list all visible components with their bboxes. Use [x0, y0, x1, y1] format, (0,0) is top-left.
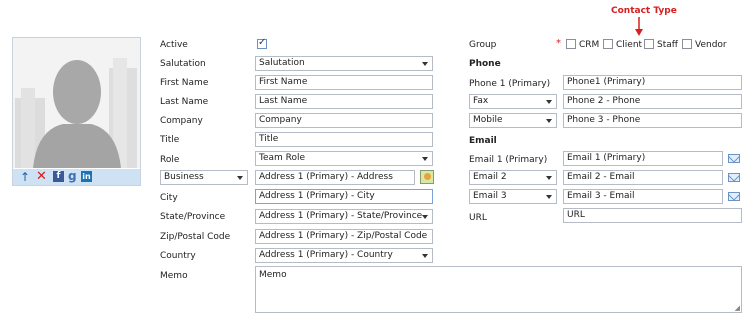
photo-panel: ↑ ✕ f g in	[12, 37, 141, 186]
company-field[interactable]: Company	[255, 113, 433, 128]
title-label: Title	[160, 135, 180, 145]
phone-header: Phone	[469, 59, 501, 69]
phone1-label: Phone 1 (Primary)	[469, 79, 551, 89]
salutation-value: Salutation	[259, 58, 305, 68]
send-email-icon[interactable]	[728, 154, 740, 163]
last-name-label: Last Name	[160, 97, 209, 107]
chevron-down-icon	[422, 62, 428, 66]
state-value: Address 1 (Primary) - State/Province	[259, 211, 423, 221]
group-label: Group	[469, 40, 497, 50]
phone3-field[interactable]: Phone 3 - Phone	[563, 113, 742, 128]
crm-checkbox[interactable]	[566, 39, 576, 49]
email3-type-value: Email 3	[473, 191, 507, 201]
last-name-field[interactable]: Last Name	[255, 94, 433, 109]
company-label: Company	[160, 116, 203, 126]
memo-label: Memo	[160, 271, 188, 281]
vendor-label: Vendor	[695, 40, 727, 50]
role-label: Role	[160, 155, 180, 165]
required-mark: *	[556, 38, 561, 49]
chevron-down-icon	[546, 195, 552, 199]
country-select[interactable]: Address 1 (Primary) - Country	[255, 248, 433, 263]
send-email-icon[interactable]	[728, 173, 740, 182]
email1-field[interactable]: Email 1 (Primary)	[563, 151, 723, 166]
chevron-down-icon	[422, 254, 428, 258]
active-checkbox[interactable]: ✓	[257, 37, 267, 49]
first-name-field[interactable]: First Name	[255, 75, 433, 90]
staff-label: Staff	[657, 40, 678, 50]
salutation-label: Salutation	[160, 59, 206, 69]
zip-label: Zip/Postal Code	[160, 232, 231, 242]
phone3-type-value: Mobile	[473, 115, 503, 125]
city-label: City	[160, 193, 178, 203]
phone2-type-select[interactable]: Fax	[469, 94, 557, 109]
upload-icon[interactable]: ↑	[20, 170, 30, 184]
country-label: Country	[160, 251, 196, 261]
address-field[interactable]: Address 1 (Primary) - Address	[255, 170, 415, 185]
state-label: State/Province	[160, 212, 226, 222]
chevron-down-icon	[546, 100, 552, 104]
phone3-type-select[interactable]: Mobile	[469, 113, 557, 128]
url-label: URL	[469, 213, 487, 223]
map-icon[interactable]	[420, 170, 434, 184]
phone2-field[interactable]: Phone 2 - Phone	[563, 94, 742, 109]
chevron-down-icon	[546, 119, 552, 123]
active-label: Active	[160, 40, 188, 50]
country-value: Address 1 (Primary) - Country	[259, 250, 393, 260]
client-checkbox[interactable]	[603, 39, 613, 49]
photo-toolbar: ↑ ✕ f g in	[13, 169, 140, 185]
memo-textarea[interactable]: Memo ◢	[255, 266, 742, 313]
facebook-icon[interactable]: f	[53, 171, 64, 182]
url-field[interactable]: URL	[563, 208, 742, 223]
email2-field[interactable]: Email 2 - Email	[563, 170, 723, 185]
email1-label: Email 1 (Primary)	[469, 155, 548, 165]
crm-label: CRM	[579, 40, 600, 50]
state-select[interactable]: Address 1 (Primary) - State/Province	[255, 209, 433, 224]
contact-type-annotation: Contact Type	[611, 6, 677, 16]
city-field[interactable]: Address 1 (Primary) - City	[255, 189, 433, 204]
salutation-select[interactable]: Salutation	[255, 56, 433, 71]
email3-type-select[interactable]: Email 3	[469, 189, 557, 204]
vendor-checkbox[interactable]	[682, 39, 692, 49]
first-name-label: First Name	[160, 78, 209, 88]
linkedin-icon[interactable]: in	[81, 171, 92, 182]
title-field[interactable]: Title	[255, 132, 433, 147]
chevron-down-icon	[546, 176, 552, 180]
address-type-select[interactable]: Business	[160, 170, 248, 185]
zip-field[interactable]: Address 1 (Primary) - Zip/Postal Code	[255, 229, 433, 244]
email-header: Email	[469, 136, 497, 146]
role-select[interactable]: Team Role	[255, 151, 433, 166]
arrow-down-icon	[635, 17, 643, 36]
phone1-field[interactable]: Phone1 (Primary)	[563, 75, 742, 90]
address-type-value: Business	[164, 172, 204, 182]
checkmark-icon: ✓	[258, 37, 267, 48]
resize-handle-icon[interactable]: ◢	[735, 304, 740, 312]
memo-value: Memo	[259, 270, 287, 280]
googleplus-icon[interactable]: g	[68, 169, 77, 183]
avatar-placeholder	[13, 38, 140, 168]
delete-icon[interactable]: ✕	[36, 169, 47, 184]
staff-checkbox[interactable]	[644, 39, 654, 49]
chevron-down-icon	[237, 176, 243, 180]
phone2-type-value: Fax	[473, 96, 489, 106]
chevron-down-icon	[422, 157, 428, 161]
chevron-down-icon	[422, 215, 428, 219]
email2-type-value: Email 2	[473, 172, 507, 182]
email3-field[interactable]: Email 3 - Email	[563, 189, 723, 204]
email2-type-select[interactable]: Email 2	[469, 170, 557, 185]
role-value: Team Role	[259, 153, 306, 163]
send-email-icon[interactable]	[728, 192, 740, 201]
client-label: Client	[616, 40, 643, 50]
